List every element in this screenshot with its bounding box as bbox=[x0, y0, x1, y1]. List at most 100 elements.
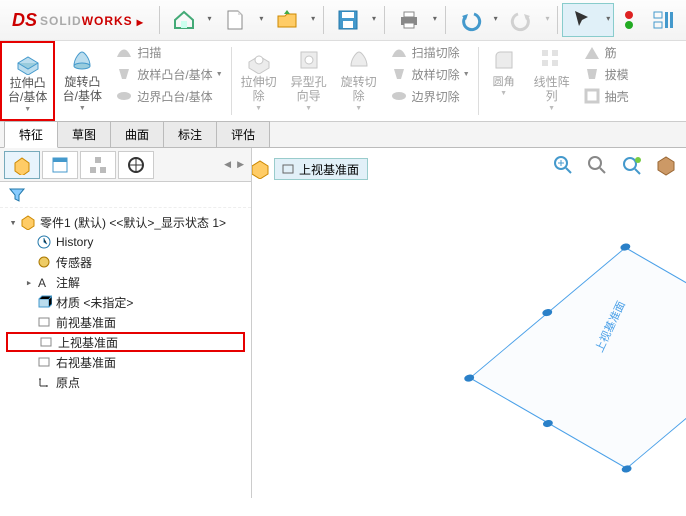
logo-dropdown[interactable]: ▸ bbox=[137, 15, 147, 25]
history-icon bbox=[36, 234, 52, 250]
tree-origin[interactable]: 原点 bbox=[6, 372, 245, 392]
traffic-indicator bbox=[622, 11, 636, 29]
panel-next[interactable]: ▶ bbox=[234, 157, 247, 172]
graphics-viewport[interactable]: 上视基准面 上视基准面 bbox=[252, 148, 686, 498]
sweep-cut-button[interactable]: 扫描切除 bbox=[384, 41, 476, 63]
cursor-icon bbox=[570, 8, 594, 32]
tree-root[interactable]: ▾ 零件1 (默认) <<默认>_显示状态 1> bbox=[6, 212, 245, 232]
sweep-cut-icon bbox=[390, 43, 408, 61]
revolve-icon bbox=[68, 46, 96, 74]
tree-annotations[interactable]: ▸ A 注解 bbox=[6, 272, 245, 292]
fillet-icon bbox=[490, 46, 518, 74]
plane-icon bbox=[36, 314, 52, 330]
print-icon bbox=[397, 8, 421, 32]
tree-front-plane[interactable]: 前视基准面 bbox=[6, 312, 245, 332]
new-button[interactable] bbox=[216, 3, 268, 37]
panel-icon bbox=[651, 8, 675, 32]
section-view-button[interactable] bbox=[652, 152, 680, 178]
panel-tab-property[interactable] bbox=[42, 151, 78, 179]
top-plane-graphic[interactable] bbox=[469, 247, 686, 469]
extrude-cut-icon bbox=[245, 46, 273, 74]
linear-pattern-button[interactable]: 线性阵列▼ bbox=[527, 41, 577, 121]
sensor-icon bbox=[36, 254, 52, 270]
extrude-boss-button[interactable]: 拉伸凸台/基体 ▼ bbox=[0, 41, 55, 121]
extrude-icon bbox=[14, 47, 42, 75]
undo-button[interactable] bbox=[450, 3, 502, 37]
loft-cut-icon bbox=[390, 65, 408, 83]
panel-prev[interactable]: ◀ bbox=[221, 157, 234, 172]
logo-ds: DS bbox=[12, 10, 37, 31]
hole-wizard-button[interactable]: 异型孔向导▼ bbox=[284, 41, 334, 121]
save-button[interactable] bbox=[328, 3, 380, 37]
zoom-area-icon bbox=[586, 154, 610, 176]
sweep-icon bbox=[115, 43, 133, 61]
tab-features[interactable]: 特征 bbox=[4, 121, 58, 148]
breadcrumb-part-icon bbox=[252, 158, 275, 180]
feature-tree: ▾ 零件1 (默认) <<默认>_显示状态 1> History 传感器 ▸ A… bbox=[0, 208, 251, 498]
pattern-icon bbox=[538, 46, 566, 74]
sweep-button[interactable]: 扫描 bbox=[109, 41, 228, 63]
revolve-cut-button[interactable]: 旋转切除▼ bbox=[334, 41, 384, 121]
extrude-cut-button[interactable]: 拉伸切除▼ bbox=[234, 41, 284, 121]
plane-icon bbox=[38, 334, 54, 350]
tree-filter[interactable] bbox=[0, 182, 251, 208]
loft-button[interactable]: 放样凸台/基体▼ bbox=[109, 63, 228, 85]
tree-top-plane[interactable]: 上视基准面 bbox=[6, 332, 245, 352]
view-tools bbox=[550, 152, 680, 178]
tree-material[interactable]: 材质 <未指定> bbox=[6, 292, 245, 312]
section-icon bbox=[654, 154, 678, 176]
panel-tab-strip: ◀ ▶ bbox=[0, 148, 251, 182]
rib-icon bbox=[583, 43, 601, 61]
prev-view-icon bbox=[620, 154, 644, 176]
logo-works: WORKS bbox=[82, 14, 133, 28]
open-button[interactable] bbox=[267, 3, 319, 37]
draft-button[interactable]: 拔模 bbox=[577, 63, 635, 85]
fillet-button[interactable]: 圆角▼ bbox=[481, 41, 527, 121]
new-file-icon bbox=[223, 8, 247, 32]
revolve-boss-button[interactable]: 旋转凸台/基体 ▼ bbox=[55, 41, 109, 121]
hole-icon bbox=[295, 46, 323, 74]
boundary-button[interactable]: 边界凸台/基体 bbox=[109, 85, 228, 107]
config-icon bbox=[88, 155, 108, 175]
redo-button[interactable] bbox=[502, 3, 554, 37]
property-icon bbox=[50, 155, 70, 175]
home-icon bbox=[172, 8, 196, 32]
loft-cut-button[interactable]: 放样切除▼ bbox=[384, 63, 476, 85]
select-button[interactable] bbox=[562, 3, 614, 37]
tab-evaluate[interactable]: 评估 bbox=[216, 121, 270, 147]
tab-surface[interactable]: 曲面 bbox=[110, 121, 164, 147]
open-icon bbox=[275, 8, 299, 32]
print-button[interactable] bbox=[389, 3, 441, 37]
tab-annotate[interactable]: 标注 bbox=[163, 121, 217, 147]
panel-tab-dimxpert[interactable] bbox=[118, 151, 154, 179]
save-icon bbox=[336, 8, 360, 32]
plane-icon bbox=[281, 162, 295, 176]
shell-button[interactable]: 抽壳 bbox=[577, 85, 635, 107]
revolve-cut-icon bbox=[345, 46, 373, 74]
boundary-icon bbox=[115, 87, 133, 105]
tree-sensors[interactable]: 传感器 bbox=[6, 252, 245, 272]
undo-icon bbox=[458, 8, 482, 32]
tree-history[interactable]: History bbox=[6, 232, 245, 252]
rib-button[interactable]: 筋 bbox=[577, 41, 635, 63]
panel-toggle-button[interactable] bbox=[644, 3, 682, 37]
zoom-fit-button[interactable] bbox=[550, 152, 578, 178]
home-button[interactable] bbox=[164, 3, 216, 37]
logo-solid: SOLID bbox=[40, 14, 82, 28]
dimxpert-icon bbox=[126, 155, 146, 175]
app-logo: DS SOLIDWORKS ▸ bbox=[4, 10, 155, 31]
tab-sketch[interactable]: 草图 bbox=[57, 121, 111, 147]
breadcrumb[interactable]: 上视基准面 bbox=[274, 158, 368, 180]
tree-right-plane[interactable]: 右视基准面 bbox=[6, 352, 245, 372]
shell-icon bbox=[583, 87, 601, 105]
loft-icon bbox=[115, 65, 133, 83]
annotation-icon: A bbox=[36, 274, 52, 290]
panel-tab-config[interactable] bbox=[80, 151, 116, 179]
panel-tab-feature-tree[interactable] bbox=[4, 151, 40, 179]
prev-view-button[interactable] bbox=[618, 152, 646, 178]
ribbon: 拉伸凸台/基体 ▼ 旋转凸台/基体 ▼ 扫描 放样凸台/基体▼ 边界凸台/基体 … bbox=[0, 41, 686, 122]
plane-icon bbox=[36, 354, 52, 370]
zoom-area-button[interactable] bbox=[584, 152, 612, 178]
feature-manager-panel: ◀ ▶ ▾ 零件1 (默认) <<默认>_显示状态 1> History 传感器 bbox=[0, 148, 252, 498]
boundary-cut-button[interactable]: 边界切除 bbox=[384, 85, 476, 107]
